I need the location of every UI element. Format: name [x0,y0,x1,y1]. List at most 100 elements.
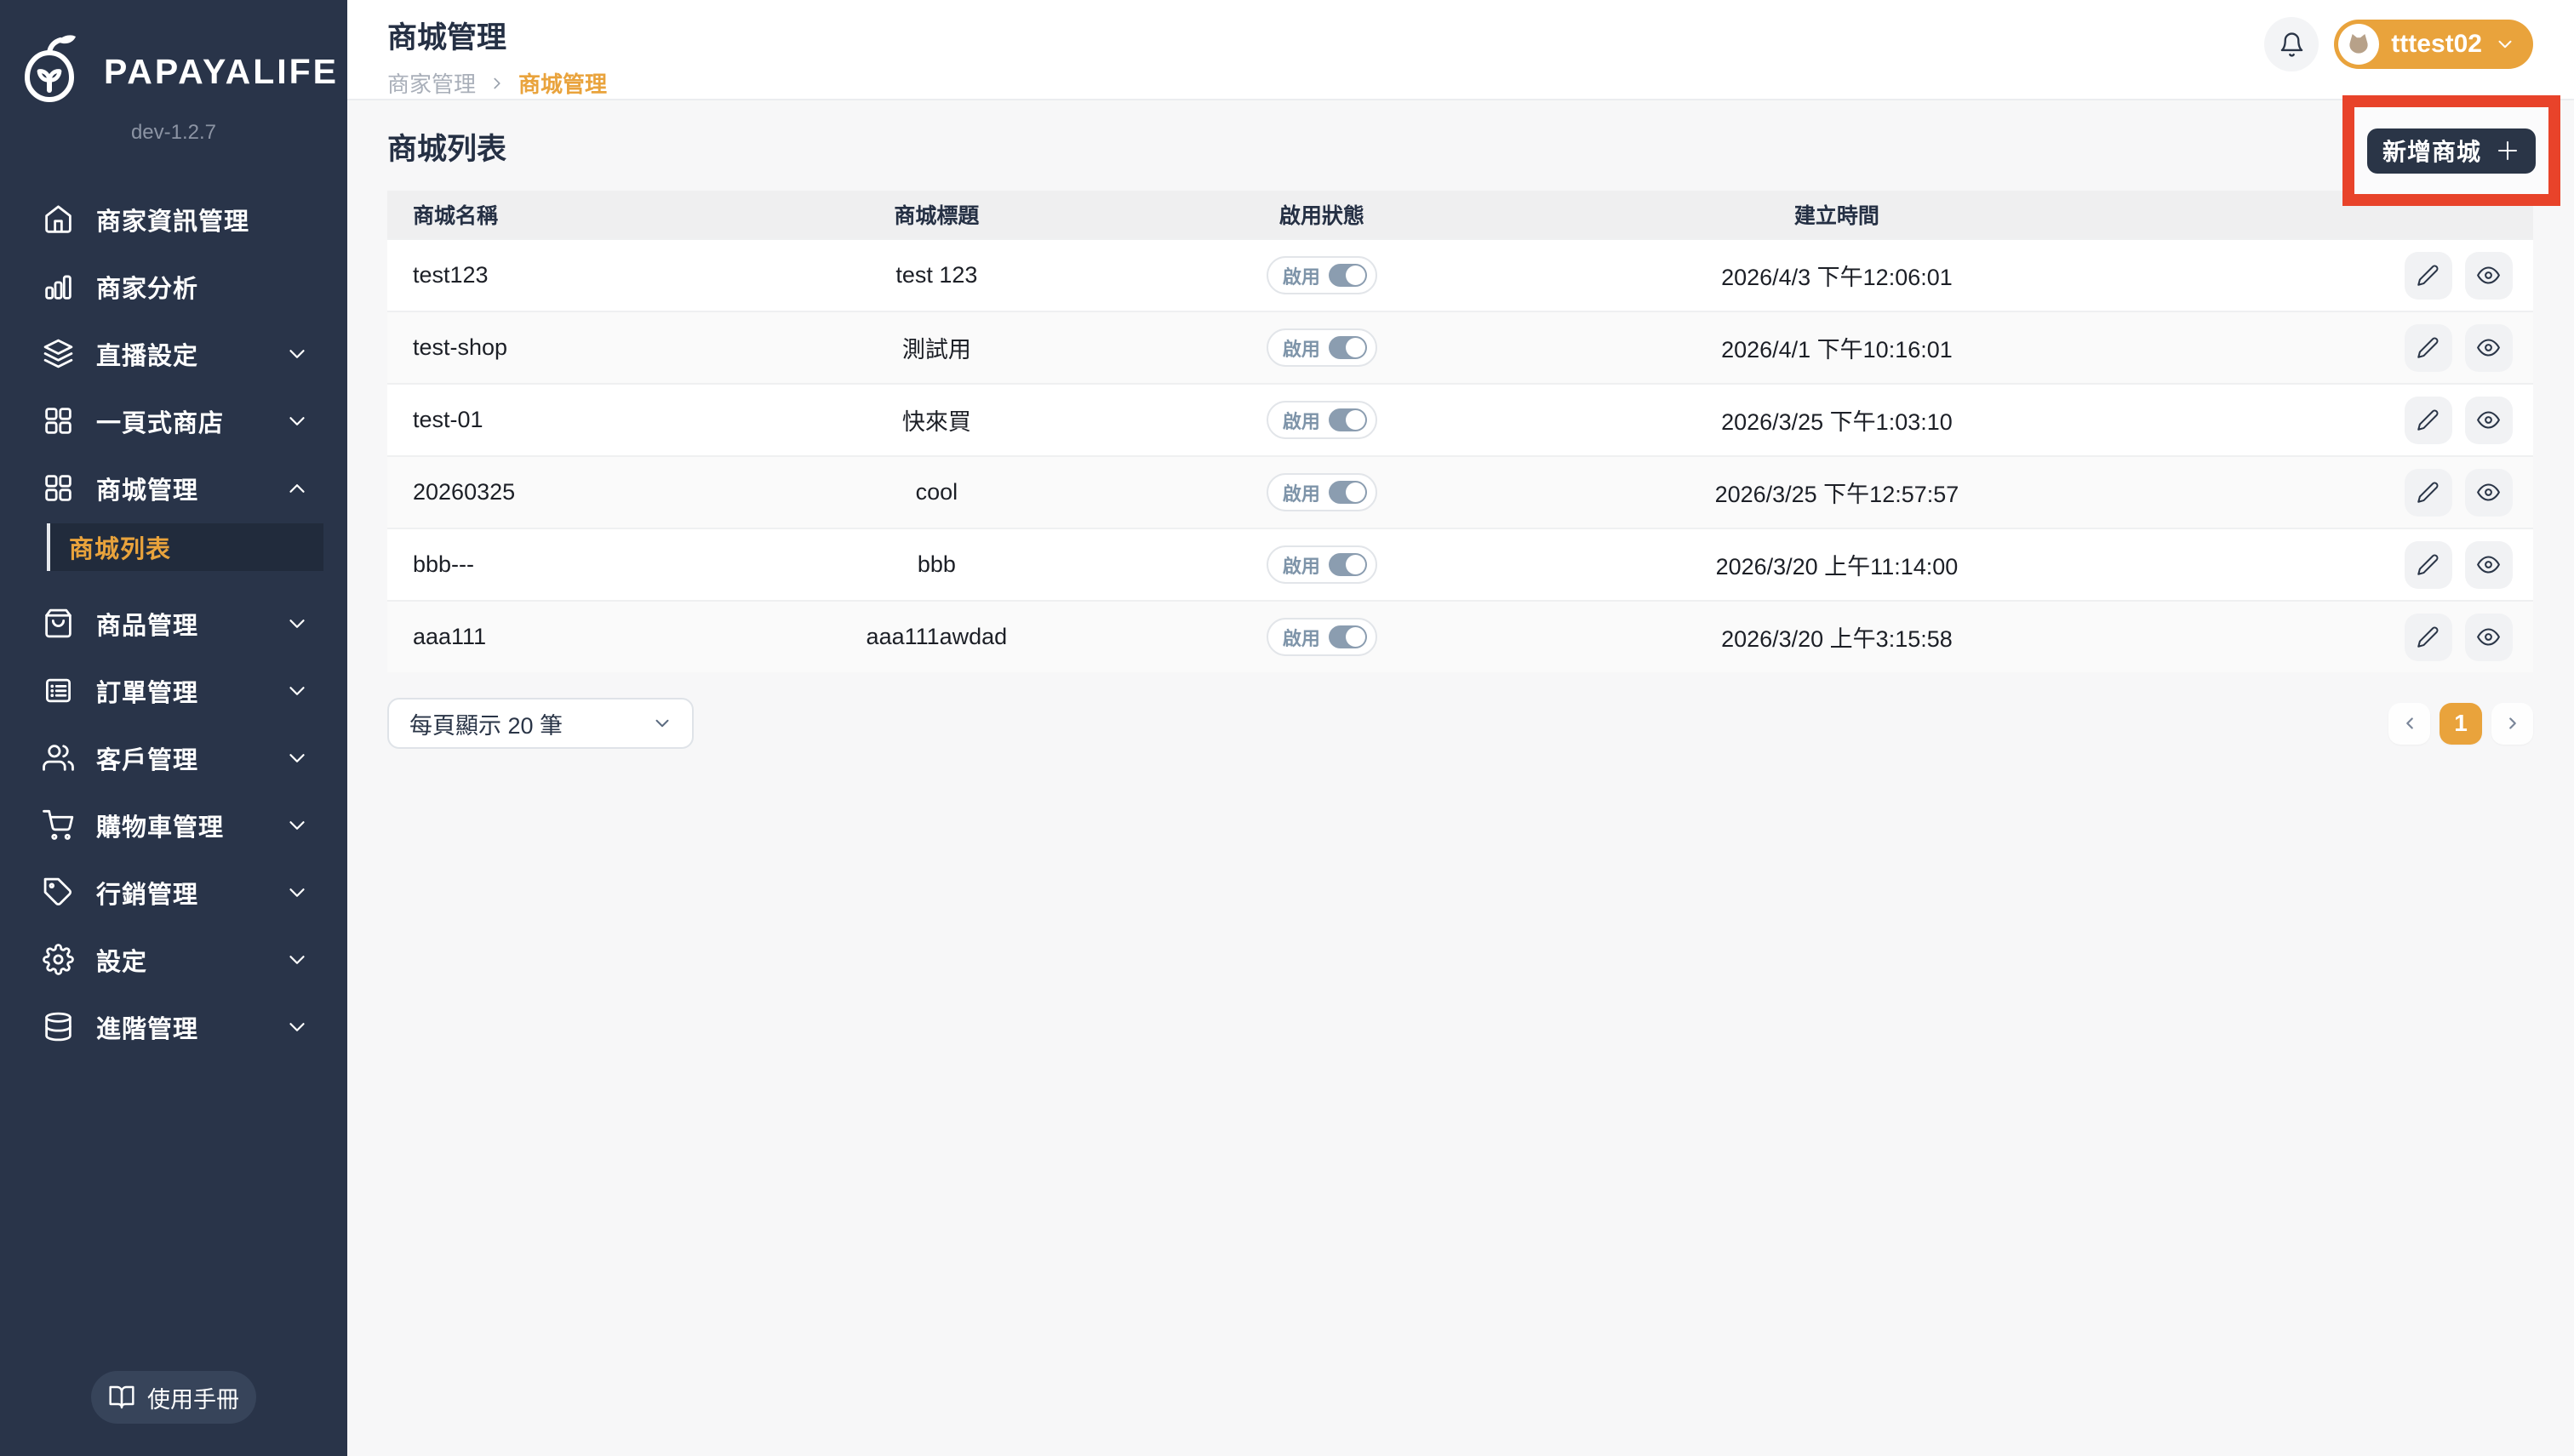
enable-toggle[interactable]: 啟用 [1266,401,1377,439]
pencil-icon [2417,264,2440,287]
previous-page-button[interactable] [2388,702,2430,745]
sidebar-item-product-management[interactable]: 商品管理 [0,590,347,657]
edit-button[interactable] [2404,323,2452,372]
app-name: PAPAYALIFE [103,51,340,91]
table-footer: 每頁顯示 20 筆 1 [387,698,2533,749]
view-button[interactable] [2464,468,2513,517]
user-menu-button[interactable]: tttest02 [2334,20,2533,69]
cell-mall-name: test-01 [413,407,483,432]
sidebar-item-merchant-analytics[interactable]: 商家分析 [0,253,347,320]
toggle-switch-icon [1328,625,1367,648]
chevron-down-icon [284,813,310,838]
cell-created-time: 2026/4/1 下午10:16:01 [1721,337,1953,363]
page-size-label: 每頁顯示 20 筆 [409,712,563,739]
sidebar-item-customer-management[interactable]: 客戶管理 [0,724,347,791]
cell-mall-title: aaa111awdad [866,624,1008,649]
edit-button[interactable] [2404,540,2452,589]
chevron-down-icon [284,880,310,905]
add-mall-button[interactable]: 新增商城 [2367,128,2536,174]
sidebar-subitem-mall-list[interactable]: 商城列表 [47,523,323,571]
user-name: tttest02 [2391,30,2482,58]
table-row: bbb--- bbb 啟用 2026/3/20 上午11:14:00 [387,528,2533,600]
breadcrumb: 商家管理 商城管理 [387,67,607,99]
sidebar-item-order-management[interactable]: 訂單管理 [0,657,347,724]
table-row: test-01 快來買 啟用 2026/3/25 下午1:03:10 [387,383,2533,455]
bar-chart-icon [43,271,74,302]
sidebar-item-advanced-management[interactable]: 進階管理 [0,993,347,1060]
sidebar-item-live-settings[interactable]: 直播設定 [0,320,347,387]
cell-mall-title: test 123 [895,262,978,288]
pencil-icon [2417,336,2440,359]
database-icon [43,1011,74,1042]
user-manual-button[interactable]: 使用手冊 [91,1371,256,1424]
column-header-title: 商城標題 [894,204,980,228]
cell-mall-name: test123 [413,262,489,288]
sidebar-item-mall-management[interactable]: 商城管理 [0,454,347,522]
cell-created-time: 2026/3/20 上午3:15:58 [1721,626,1953,652]
toggle-switch-icon [1328,336,1367,359]
table-row: 20260325 cool 啟用 2026/3/25 下午12:57:57 [387,455,2533,528]
cell-actions [2179,251,2533,300]
current-page-button[interactable]: 1 [2440,702,2482,745]
breadcrumb-parent[interactable]: 商家管理 [387,67,476,99]
toggle-switch-icon [1328,264,1367,287]
edit-button[interactable] [2404,468,2452,517]
book-open-icon [108,1384,135,1411]
tag-icon [43,876,74,908]
chevron-down-icon [2494,33,2516,55]
chevron-down-icon [284,1014,310,1040]
next-page-button[interactable] [2491,702,2533,745]
sidebar-item-settings[interactable]: 設定 [0,926,347,993]
header: 商城管理 商家管理 商城管理 tttest02 [347,0,2574,100]
chevron-down-icon [284,947,310,973]
content-area: 商城列表 商城名稱 商城標題 啟用狀態 建立時間 test123 test 12… [347,100,2574,1454]
chevron-down-icon [284,745,310,771]
cell-created-time: 2026/3/25 下午12:57:57 [1714,482,1959,507]
sidebar-item-one-page-shop[interactable]: 一頁式商店 [0,387,347,454]
edit-button[interactable] [2404,251,2452,300]
view-button[interactable] [2464,323,2513,372]
sidebar: PAPAYALIFE dev-1.2.7 商家資訊管理 商家分析 直播設定 一頁… [0,0,347,1456]
cell-status: 啟用 [1149,545,1495,584]
chevron-down-icon [284,408,310,434]
chevron-right-icon [2503,714,2522,733]
shopping-bag-icon [43,608,74,639]
pencil-icon [2417,481,2440,504]
eye-icon [2477,625,2500,648]
sidebar-item-cart-management[interactable]: 購物車管理 [0,791,347,859]
enable-toggle[interactable]: 啟用 [1266,328,1377,367]
pencil-icon [2417,625,2440,648]
page-title: 商城管理 [387,21,507,54]
view-button[interactable] [2464,540,2513,589]
column-header-status: 啟用狀態 [1278,204,1364,228]
table-header-row: 商城名稱 商城標題 啟用狀態 建立時間 [387,191,2533,238]
sidebar-item-merchant-info[interactable]: 商家資訊管理 [0,186,347,253]
chevron-right-icon [488,74,506,93]
main-area: 商城管理 商家管理 商城管理 tttest02 商城列表 商城名稱 商城標題 啟… [347,0,2574,1454]
annotation-highlight: 新增商城 [2342,95,2560,206]
edit-button[interactable] [2404,396,2452,444]
cell-mall-title: 測試用 [901,337,971,363]
pencil-icon [2417,408,2440,431]
grid-icon [43,405,74,437]
enable-toggle[interactable]: 啟用 [1266,545,1377,584]
sidebar-item-marketing-management[interactable]: 行銷管理 [0,859,347,926]
enable-toggle[interactable]: 啟用 [1266,256,1377,294]
view-button[interactable] [2464,396,2513,444]
view-button[interactable] [2464,613,2513,661]
section-title: 商城列表 [387,133,507,166]
cell-status: 啟用 [1149,256,1495,294]
cell-mall-name: aaa111 [413,624,487,649]
page-size-select[interactable]: 每頁顯示 20 筆 [387,698,694,749]
enable-toggle[interactable]: 啟用 [1266,473,1377,511]
home-icon [43,203,74,235]
cell-mall-title: cool [915,479,958,505]
view-button[interactable] [2464,251,2513,300]
notifications-button[interactable] [2264,17,2319,71]
chevron-up-icon [284,476,310,501]
enable-toggle[interactable]: 啟用 [1266,618,1377,656]
edit-button[interactable] [2404,613,2452,661]
toggle-switch-icon [1328,408,1367,431]
cell-actions [2179,613,2533,661]
pagination: 1 [2388,702,2533,745]
